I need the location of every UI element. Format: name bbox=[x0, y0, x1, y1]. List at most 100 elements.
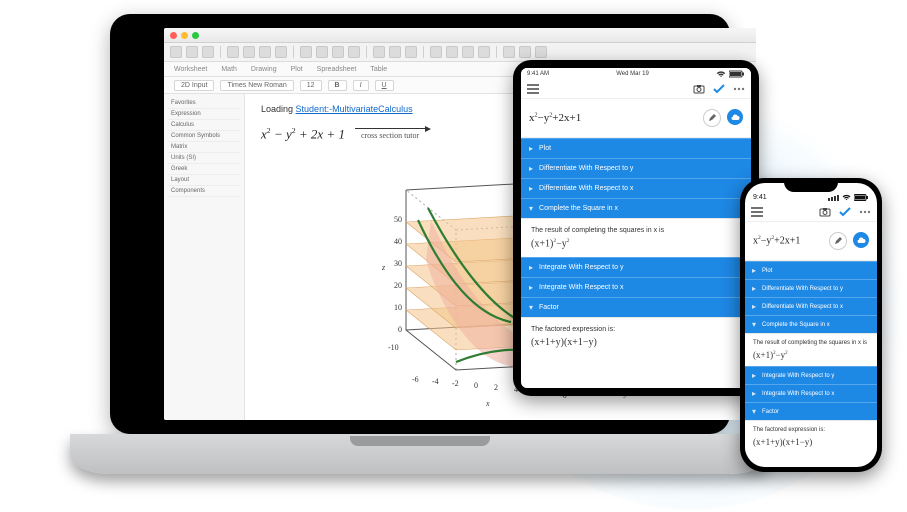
toolbar-button[interactable] bbox=[300, 46, 312, 58]
result-math: (x+1)2−y2 bbox=[753, 350, 869, 360]
action-row[interactable]: ▸Differentiate With Respect to y bbox=[521, 158, 751, 178]
context-command[interactable]: cross section tutor bbox=[355, 128, 425, 140]
toolbar-button[interactable] bbox=[519, 46, 531, 58]
toolbar-button[interactable] bbox=[446, 46, 458, 58]
result-text: The factored expression is: bbox=[531, 326, 741, 333]
action-row[interactable]: ▾Factor bbox=[521, 297, 751, 317]
action-row[interactable]: ▸Integrate With Respect to y bbox=[745, 366, 877, 384]
bold-button[interactable]: B bbox=[328, 80, 347, 91]
sidebar-item[interactable]: Calculus bbox=[168, 120, 240, 131]
action-row[interactable]: ▾Factor bbox=[745, 402, 877, 420]
result-panel: The factored expression is: (x+1+y)(x+1−… bbox=[745, 420, 877, 453]
action-row[interactable]: ▸Integrate With Respect to x bbox=[521, 277, 751, 297]
toolbar-button[interactable] bbox=[316, 46, 328, 58]
sidebar-item[interactable]: Matrix bbox=[168, 142, 240, 153]
toolbar-button[interactable] bbox=[332, 46, 344, 58]
action-row[interactable]: ▾Complete the Square in x bbox=[745, 315, 877, 333]
toolbar-button[interactable] bbox=[405, 46, 417, 58]
toolbar-button[interactable] bbox=[259, 46, 271, 58]
more-icon[interactable] bbox=[733, 83, 745, 95]
svg-text:-2: -2 bbox=[452, 379, 459, 388]
toolbar-button[interactable] bbox=[227, 46, 239, 58]
toolbar-button[interactable] bbox=[275, 46, 287, 58]
action-row[interactable]: ▸Differentiate With Respect to x bbox=[745, 297, 877, 315]
action-row[interactable]: ▸Differentiate With Respect to x bbox=[521, 178, 751, 198]
tab[interactable]: Drawing bbox=[251, 66, 277, 73]
font-select[interactable]: Times New Roman bbox=[220, 80, 293, 91]
menu-icon[interactable] bbox=[751, 206, 763, 218]
upload-button[interactable] bbox=[727, 109, 743, 125]
menu-icon[interactable] bbox=[527, 83, 539, 95]
input-mode-select[interactable]: 2D Input bbox=[174, 80, 214, 91]
underline-button[interactable]: U bbox=[375, 80, 394, 91]
tab[interactable]: Plot bbox=[291, 66, 303, 73]
result-panel: The result of completing the squares in … bbox=[745, 333, 877, 366]
app-header bbox=[521, 80, 751, 99]
status-date: Wed Mar 19 bbox=[616, 71, 649, 77]
font-size[interactable]: 12 bbox=[300, 80, 322, 91]
result-panel: The result of completing the squares in … bbox=[521, 218, 751, 257]
toolbar-button[interactable] bbox=[186, 46, 198, 58]
toolbar-button[interactable] bbox=[243, 46, 255, 58]
toolbar-button[interactable] bbox=[389, 46, 401, 58]
sidebar-item[interactable]: Units (SI) bbox=[168, 153, 240, 164]
toolbar-button[interactable] bbox=[478, 46, 490, 58]
action-row[interactable]: ▸Integrate With Respect to x bbox=[745, 384, 877, 402]
result-text: The result of completing the squares in … bbox=[753, 340, 869, 346]
result-math: (x+1+y)(x+1−y) bbox=[753, 437, 869, 447]
toolbar-button[interactable] bbox=[202, 46, 214, 58]
battery-icon bbox=[854, 194, 869, 201]
upload-button[interactable] bbox=[853, 232, 869, 248]
toolbar-button[interactable] bbox=[348, 46, 360, 58]
notch bbox=[784, 178, 838, 192]
palette-sidebar: Favorites Expression Calculus Common Sym… bbox=[164, 94, 245, 420]
search-icon[interactable] bbox=[535, 46, 547, 58]
toolbar-button[interactable] bbox=[170, 46, 182, 58]
toolbar-button[interactable] bbox=[430, 46, 442, 58]
tab[interactable]: Spreadsheet bbox=[317, 66, 357, 73]
sidebar-item[interactable]: Favorites bbox=[168, 98, 240, 109]
tab[interactable]: Table bbox=[370, 66, 387, 73]
svg-text:30: 30 bbox=[394, 259, 402, 268]
result-math: (x+1+y)(x+1−y) bbox=[531, 337, 741, 348]
sidebar-item[interactable]: Greek bbox=[168, 164, 240, 175]
toolbar-button[interactable] bbox=[462, 46, 474, 58]
svg-text:-4: -4 bbox=[432, 377, 439, 386]
action-row[interactable]: ▾Complete the Square in x bbox=[521, 198, 751, 218]
window-titlebar bbox=[164, 28, 756, 43]
svg-text:40: 40 bbox=[394, 237, 402, 246]
edit-button[interactable] bbox=[829, 232, 847, 250]
italic-button[interactable]: I bbox=[353, 80, 369, 91]
camera-icon[interactable] bbox=[693, 83, 705, 95]
tab[interactable]: Math bbox=[221, 66, 237, 73]
check-icon[interactable] bbox=[713, 83, 725, 95]
svg-text:x: x bbox=[485, 399, 490, 408]
wifi-icon bbox=[716, 70, 726, 78]
sidebar-item[interactable]: Common Symbols bbox=[168, 131, 240, 142]
svg-text:20: 20 bbox=[394, 281, 402, 290]
camera-icon[interactable] bbox=[819, 206, 831, 218]
action-row[interactable]: ▸Integrate With Respect to y bbox=[521, 257, 751, 277]
phone-device: 9:41 x2−y2+2x+1 bbox=[740, 178, 882, 472]
toolbar-button[interactable] bbox=[503, 46, 515, 58]
loading-label: Loading bbox=[261, 104, 296, 114]
tab[interactable]: Worksheet bbox=[174, 66, 207, 73]
more-icon[interactable] bbox=[859, 206, 871, 218]
minimize-icon[interactable] bbox=[181, 32, 188, 39]
sidebar-item[interactable]: Layout bbox=[168, 175, 240, 186]
sidebar-item[interactable]: Expression bbox=[168, 109, 240, 120]
action-row[interactable]: ▸Plot bbox=[745, 261, 877, 279]
close-icon[interactable] bbox=[170, 32, 177, 39]
status-bar: 9:41 AM Wed Mar 19 bbox=[521, 68, 751, 80]
svg-text:-6: -6 bbox=[412, 375, 419, 384]
result-math: (x+1)2−y2 bbox=[531, 238, 741, 249]
edit-button[interactable] bbox=[703, 109, 721, 127]
tablet-device: 9:41 AM Wed Mar 19 bbox=[513, 60, 759, 396]
check-icon[interactable] bbox=[839, 206, 851, 218]
zoom-icon[interactable] bbox=[192, 32, 199, 39]
action-row[interactable]: ▸Plot bbox=[521, 138, 751, 158]
sidebar-item[interactable]: Components bbox=[168, 186, 240, 197]
package-link[interactable]: Student:-MultivariateCalculus bbox=[296, 104, 413, 114]
action-row[interactable]: ▸Differentiate With Respect to y bbox=[745, 279, 877, 297]
toolbar-button[interactable] bbox=[373, 46, 385, 58]
